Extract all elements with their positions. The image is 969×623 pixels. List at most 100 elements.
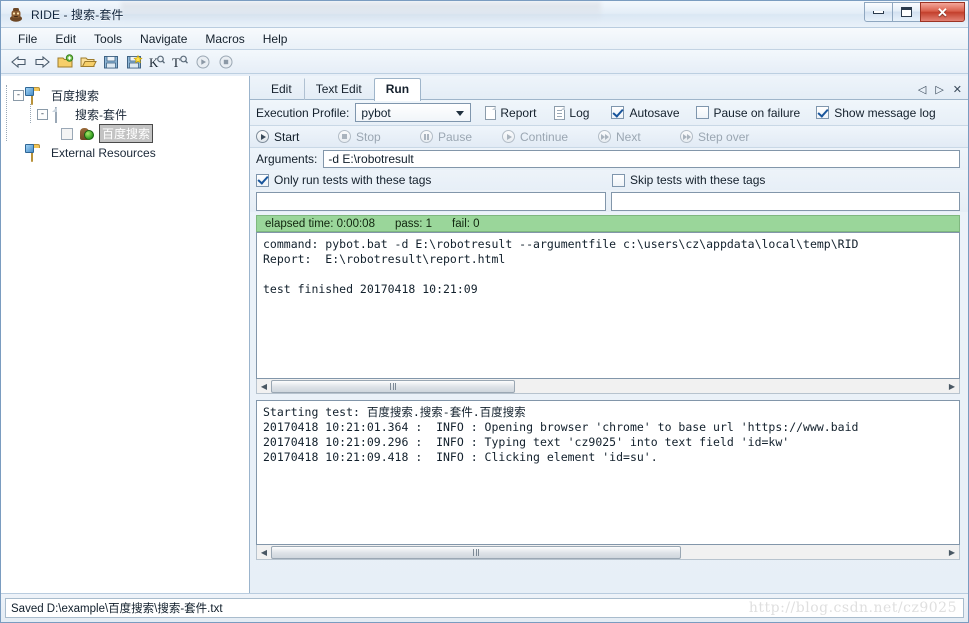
robot-icon <box>8 6 24 22</box>
tab-edit[interactable]: Edit <box>259 78 304 100</box>
menu-item-macros[interactable]: Macros <box>196 30 253 48</box>
menu-item-file[interactable]: File <box>9 30 46 48</box>
report-button[interactable]: Report <box>483 105 538 120</box>
tags-options-row: Only run tests with these tags Skip test… <box>250 170 968 190</box>
checkbox-unchecked-icon <box>695 106 709 119</box>
save-all-icon[interactable] <box>124 52 144 72</box>
test-suite-tree-pane: - 百度搜索 - 搜索-套件 百度搜索 External Resources <box>1 76 250 593</box>
svg-text:T: T <box>172 55 180 70</box>
run-control-toolbar: Start Stop Pause Continue Next Step over <box>250 126 968 148</box>
message-log-output[interactable]: Starting test: 百度搜索.搜索-套件.百度搜索 20170418 … <box>256 400 960 545</box>
start-label: Start <box>274 129 300 144</box>
menu-item-help[interactable]: Help <box>254 30 297 48</box>
report-label: Report <box>500 105 537 120</box>
open-folder-icon[interactable] <box>78 52 98 72</box>
message-log-horizontal-scrollbar[interactable]: ◀ ▶ <box>256 545 960 560</box>
autosave-label: Autosave <box>629 105 680 120</box>
menu-item-navigate[interactable]: Navigate <box>131 30 196 48</box>
tree-node-test[interactable]: 百度搜索 <box>13 124 249 143</box>
menu-item-tools[interactable]: Tools <box>85 30 131 48</box>
arguments-input[interactable]: -d E:\robotresult <box>323 150 960 168</box>
execution-profile-select[interactable]: pybot <box>355 103 472 122</box>
status-message-field: Saved D:\example\百度搜索\搜索-套件.txt http://b… <box>5 597 964 618</box>
only-run-tags-input[interactable] <box>256 191 606 211</box>
main-toolbar: K T <box>1 50 968 74</box>
console-output[interactable]: command: pybot.bat -d E:\robotresult --a… <box>256 232 960 379</box>
maximize-button[interactable] <box>892 2 921 22</box>
tree-node-external-resources[interactable]: External Resources <box>13 143 249 162</box>
svg-text:K: K <box>149 55 159 70</box>
test-selection-checkbox[interactable] <box>61 127 73 140</box>
execution-profile-label: Execution Profile: <box>256 105 350 120</box>
only-run-tags-checkbox[interactable]: Only run tests with these tags <box>256 173 612 187</box>
step-over-icon <box>680 130 693 143</box>
expander-minus-icon[interactable]: - <box>13 90 24 101</box>
scroll-right-icon[interactable]: ▶ <box>945 380 959 393</box>
skip-tags-input[interactable] <box>610 191 960 211</box>
message-log-scroll-track[interactable] <box>271 545 945 559</box>
stop-icon[interactable] <box>216 52 236 72</box>
skip-tags-checkbox[interactable]: Skip tests with these tags <box>612 173 968 187</box>
message-log-scroll-thumb[interactable] <box>271 545 681 559</box>
suite-file-icon <box>55 106 71 123</box>
step-over-label: Step over <box>698 129 750 144</box>
search-tests-icon[interactable]: T <box>170 52 190 72</box>
next-button: Next <box>598 130 680 144</box>
next-icon <box>598 130 611 143</box>
continue-play-icon <box>502 130 515 143</box>
close-button[interactable]: ✕ <box>920 2 965 22</box>
log-button[interactable]: Log <box>552 105 591 120</box>
console-horizontal-scrollbar[interactable]: ◀ ▶ <box>256 379 960 394</box>
checkbox-checked-icon <box>816 106 830 119</box>
window-title: RIDE - 搜索-套件 <box>31 7 124 22</box>
pause-icon <box>420 130 433 143</box>
stop-label: Stop <box>356 129 381 144</box>
arguments-label: Arguments: <box>256 152 318 166</box>
console-scroll-track[interactable] <box>271 379 945 393</box>
pass-count-label: pass: 1 <box>394 217 433 230</box>
ride-application-window: RIDE - 搜索-套件 ✕ File Edit Tools Navigate … <box>0 0 969 623</box>
show-message-log-label: Show message log <box>834 105 936 120</box>
save-icon[interactable] <box>101 52 121 72</box>
tab-run[interactable]: Run <box>373 78 422 101</box>
show-message-log-checkbox[interactable]: Show message log <box>816 105 936 120</box>
log-page-icon <box>554 105 566 120</box>
search-keyword-icon[interactable]: K <box>147 52 167 72</box>
menu-item-edit[interactable]: Edit <box>46 30 85 48</box>
fail-count-label: fail: 0 <box>452 217 480 230</box>
autosave-checkbox[interactable]: Autosave <box>611 105 680 120</box>
expander-minus-icon[interactable]: - <box>37 109 48 120</box>
main-split: - 百度搜索 - 搜索-套件 百度搜索 External Resources E… <box>1 76 968 593</box>
pause-button: Pause <box>420 130 502 144</box>
tab-prev-icon[interactable]: ◁ <box>918 85 926 96</box>
tree-node-label-selected: 百度搜索 <box>99 124 154 143</box>
scroll-left-icon[interactable]: ◀ <box>257 380 271 393</box>
continue-button: Continue <box>502 130 598 144</box>
run-icon[interactable] <box>193 52 213 72</box>
back-arrow-icon[interactable] <box>9 52 29 72</box>
title-bar-ghost-overlay <box>121 2 601 20</box>
tree-node-label: 搜索-套件 <box>75 108 127 122</box>
tree-node-suite[interactable]: - 搜索-套件 <box>13 105 249 124</box>
log-label: Log <box>569 105 590 120</box>
minimize-button[interactable] <box>864 2 893 22</box>
start-button[interactable]: Start <box>256 130 338 144</box>
forward-arrow-icon[interactable] <box>32 52 52 72</box>
project-folder-icon <box>31 88 47 105</box>
scroll-left-icon[interactable]: ◀ <box>257 546 271 559</box>
console-scroll-thumb[interactable] <box>271 379 515 393</box>
execution-profile-value: pybot <box>361 105 391 120</box>
scroll-right-icon[interactable]: ▶ <box>945 546 959 559</box>
pause-on-failure-checkbox[interactable]: Pause on failure <box>695 106 800 120</box>
tab-text-edit[interactable]: Text Edit <box>303 78 374 100</box>
report-page-icon <box>485 105 497 120</box>
new-project-icon[interactable] <box>55 52 75 72</box>
tree-node-project[interactable]: - 百度搜索 <box>13 86 249 105</box>
tab-close-icon[interactable]: ✕ <box>953 85 962 96</box>
test-suite-tree: - 百度搜索 - 搜索-套件 百度搜索 External Resources <box>1 76 249 162</box>
tab-next-icon[interactable]: ▷ <box>935 85 943 96</box>
stop-button: Stop <box>338 130 420 144</box>
elapsed-time-label: elapsed time: 0:00:08 <box>265 217 375 230</box>
run-status-bar: elapsed time: 0:00:08 pass: 1 fail: 0 <box>256 215 960 232</box>
next-label: Next <box>616 129 641 144</box>
